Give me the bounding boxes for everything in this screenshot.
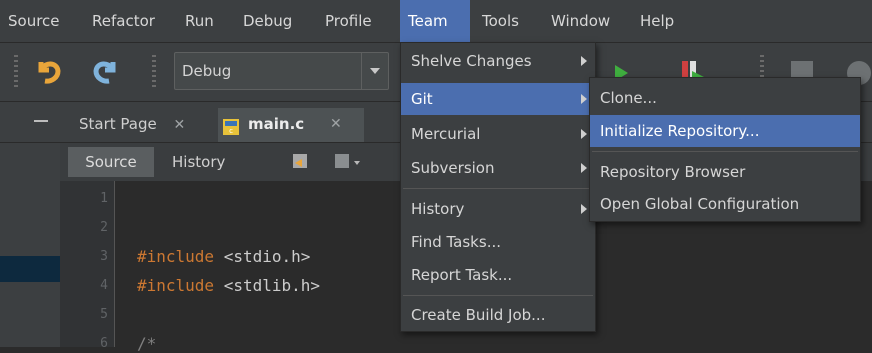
history-view-button[interactable]: History	[172, 147, 225, 177]
configuration-combo[interactable]: Debug	[174, 52, 389, 90]
chevron-right-icon	[581, 204, 587, 214]
menu-tools[interactable]: Tools	[474, 0, 527, 42]
line-number: 2	[100, 220, 108, 235]
menu-debug[interactable]: Debug	[235, 0, 300, 42]
menu-item-git[interactable]: Git	[401, 83, 595, 115]
back-history-icon[interactable]	[290, 151, 312, 173]
team-menu-dropdown: Shelve Changes Git Mercurial Subversion …	[400, 42, 596, 332]
minimize-icon[interactable]	[34, 120, 48, 122]
toolbar-grip[interactable]	[14, 55, 18, 89]
c-file-icon: c	[222, 115, 240, 135]
menu-item-mercurial[interactable]: Mercurial	[401, 118, 595, 150]
menu-separator	[403, 295, 593, 296]
left-panel-selection[interactable]	[0, 256, 60, 282]
code-line: #include <stdio.h>	[137, 247, 311, 266]
menu-profile[interactable]: Profile	[317, 0, 380, 42]
chevron-right-icon	[581, 94, 587, 104]
menu-item-shelve-changes[interactable]: Shelve Changes	[401, 45, 595, 77]
tab-start-page[interactable]: Start Page ✕	[69, 108, 195, 140]
menu-item-initialize-repository[interactable]: Initialize Repository...	[590, 115, 860, 147]
line-number-gutter: 1 2 3 4 5 6	[60, 181, 115, 351]
line-number: 5	[100, 307, 108, 322]
chevron-right-icon	[581, 129, 587, 139]
line-number: 4	[100, 278, 108, 293]
line-number: 6	[100, 336, 108, 351]
line-number: 1	[100, 191, 108, 206]
redo-icon[interactable]	[88, 53, 124, 89]
menu-item-history[interactable]: History	[401, 193, 595, 225]
menu-window[interactable]: Window	[543, 0, 618, 42]
git-submenu: Clone... Initialize Repository... Reposi…	[589, 77, 861, 222]
menu-item-subversion[interactable]: Subversion	[401, 152, 595, 184]
menu-help[interactable]: Help	[632, 0, 682, 42]
line-number: 3	[100, 249, 108, 264]
menu-item-open-global-configuration[interactable]: Open Global Configuration	[590, 188, 860, 220]
code-line: /*	[137, 334, 157, 353]
close-icon[interactable]: ✕	[330, 108, 342, 140]
tab-main-c-label: main.c	[248, 115, 305, 133]
menu-source[interactable]: Source	[0, 0, 68, 42]
menu-separator	[403, 188, 593, 189]
menu-item-find-tasks[interactable]: Find Tasks...	[401, 226, 595, 258]
menu-run[interactable]: Run	[177, 0, 222, 42]
close-icon[interactable]: ✕	[174, 117, 186, 133]
toolbar-grip-2[interactable]	[152, 55, 156, 89]
menu-item-report-task[interactable]: Report Task...	[401, 259, 595, 291]
chevron-down-icon[interactable]	[361, 53, 388, 89]
tab-start-page-label: Start Page	[79, 115, 157, 133]
menu-refactor[interactable]: Refactor	[84, 0, 163, 42]
menu-bar: Source Refactor Run Debug Profile Team T…	[0, 0, 872, 43]
chevron-right-icon	[581, 163, 587, 173]
configuration-value: Debug	[182, 62, 232, 80]
code-line: #include <stdlib.h>	[137, 276, 321, 295]
source-view-button[interactable]: Source	[68, 147, 154, 177]
menu-team[interactable]: Team	[400, 0, 470, 42]
undo-icon[interactable]	[30, 53, 66, 89]
tab-main-c[interactable]: c main.c ✕	[218, 108, 364, 142]
left-panel-strip	[0, 143, 61, 347]
svg-text:c: c	[229, 127, 233, 135]
menu-item-repository-browser[interactable]: Repository Browser	[590, 156, 860, 188]
menu-item-create-build-job[interactable]: Create Build Job...	[401, 299, 595, 331]
menu-separator	[592, 151, 858, 152]
chevron-right-icon	[581, 56, 587, 66]
forward-history-icon[interactable]	[332, 151, 366, 173]
menu-item-clone[interactable]: Clone...	[590, 82, 860, 114]
